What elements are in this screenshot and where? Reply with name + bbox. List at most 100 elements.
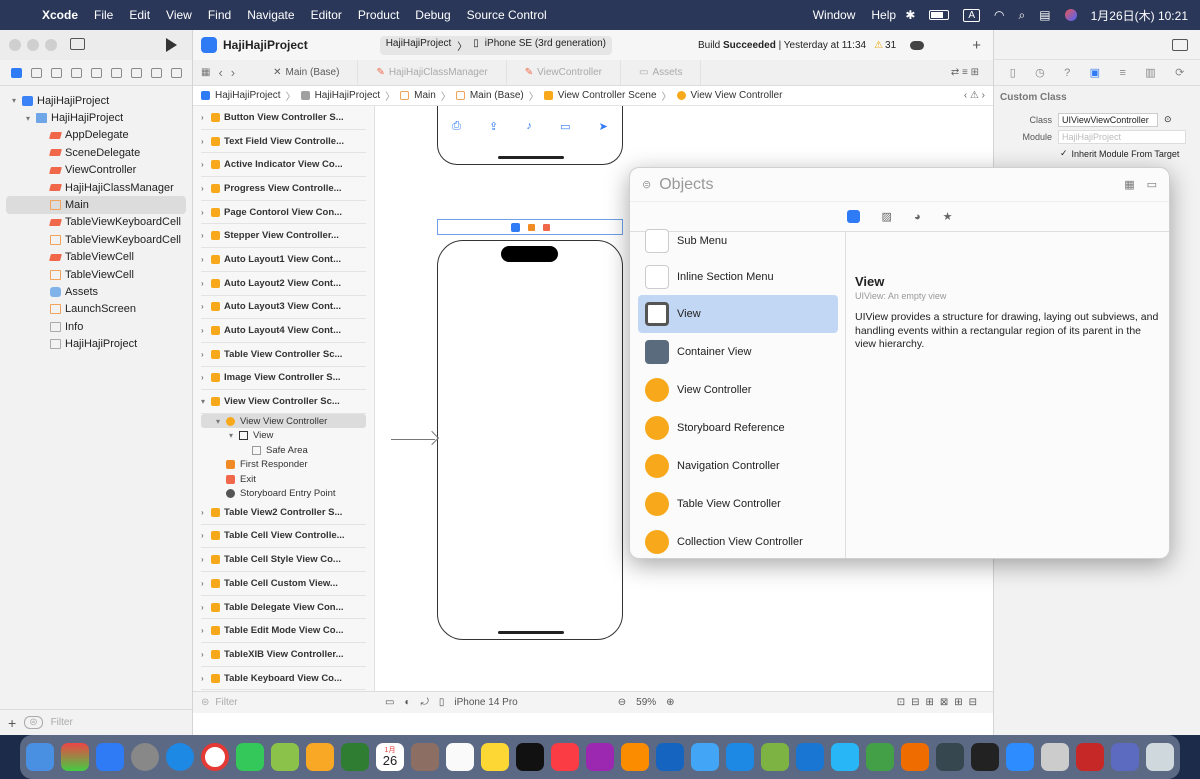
menu-edit[interactable]: Edit — [121, 8, 158, 22]
menu-product[interactable]: Product — [350, 8, 407, 22]
jump-item[interactable]: View Controller Scene — [558, 90, 657, 101]
screenshot-icon[interactable] — [1111, 743, 1139, 771]
grid-icon[interactable]: ▦ — [201, 67, 210, 78]
scene-row[interactable]: › Table Keyboard View Co... — [201, 667, 366, 691]
scene-row[interactable]: › Auto Layout4 View Cont... — [201, 319, 366, 343]
media-tab-icon[interactable]: ▨ — [882, 210, 892, 223]
library-item[interactable]: Container View — [638, 333, 838, 371]
close-button[interactable] — [9, 39, 21, 51]
tab-assets[interactable]: ▭ Assets — [621, 59, 702, 86]
navigator-filter-input[interactable]: Filter — [51, 717, 73, 728]
disclosure-chevron-icon[interactable]: ▾ — [229, 431, 239, 440]
disclosure-chevron-icon[interactable]: ▾ — [216, 417, 226, 426]
photos-icon[interactable] — [306, 743, 334, 771]
disclosure-chevron-icon[interactable]: › — [201, 137, 211, 146]
issue-nav-arrows-icon[interactable]: ‹ ⚠ › — [964, 90, 985, 101]
scene-row[interactable]: › Table Delegate View Con... — [201, 596, 366, 620]
minimize-button[interactable] — [27, 39, 39, 51]
navigator-item[interactable]: TableViewCell — [0, 249, 192, 266]
disclosure-chevron-icon[interactable]: › — [201, 350, 211, 359]
tab-classmanager[interactable]: ✎ HajiHajiClassManager — [358, 59, 507, 86]
disclosure-chevron-icon[interactable]: › — [201, 626, 211, 635]
colors-tab-icon[interactable]: ◕ — [914, 211, 921, 223]
add-icon[interactable]: + — [8, 715, 16, 731]
safari-icon[interactable] — [166, 743, 194, 771]
view-controller-icon[interactable] — [510, 222, 520, 232]
library-item[interactable]: View — [638, 295, 838, 333]
spotlight-icon[interactable]: ⌕ — [1019, 8, 1026, 23]
navigator-item[interactable]: TableViewCell — [0, 266, 192, 283]
scheme-selector[interactable]: HajiHajiProject 〉 ▯ iPhone SE (3rd gener… — [379, 35, 612, 55]
scene-row[interactable]: › Button View Controller S... — [201, 106, 366, 130]
navigator-item[interactable]: Main — [6, 196, 186, 214]
navigator-item[interactable]: TableViewKeyboardCell — [0, 231, 192, 248]
filter-icon[interactable]: ⊜ — [201, 697, 209, 708]
tab-main[interactable]: ✕ Main (Base) — [255, 59, 359, 86]
outline-item[interactable]: Exit — [193, 472, 374, 487]
library-item[interactable]: Navigation Controller — [638, 447, 838, 485]
siri-icon[interactable] — [1064, 9, 1077, 21]
vscode-icon[interactable] — [796, 743, 824, 771]
jump-item[interactable]: Main (Base) — [470, 90, 524, 101]
outline-item[interactable]: Storyboard Entry Point — [193, 486, 374, 501]
file-inspector-icon[interactable]: ▯ — [1010, 66, 1016, 79]
app-store-icon[interactable] — [726, 743, 754, 771]
disclosure-chevron-icon[interactable]: › — [201, 508, 211, 517]
keynote-icon[interactable] — [831, 743, 859, 771]
filter-options-icon[interactable]: ⊜ — [24, 716, 43, 729]
symbol-navigator-icon[interactable] — [50, 67, 62, 78]
navigator-item[interactable]: AppDelegate — [0, 127, 192, 144]
history-inspector-icon[interactable]: ◷ — [1035, 66, 1045, 79]
disclosure-chevron-icon[interactable]: ▾ — [201, 397, 211, 406]
menu-editor[interactable]: Editor — [303, 8, 350, 22]
wifi-icon[interactable]: ◠ — [994, 8, 1004, 22]
zoom-app-icon[interactable] — [1006, 743, 1034, 771]
menu-window[interactable]: Window — [805, 8, 864, 22]
disclosure-chevron-icon[interactable]: › — [201, 255, 211, 264]
warning-count[interactable]: 31 — [885, 40, 896, 51]
scene-row[interactable]: › Auto Layout2 View Cont... — [201, 272, 366, 296]
library-item[interactable]: Table View Controller — [638, 485, 838, 523]
system-settings-icon[interactable] — [131, 743, 159, 771]
clock-text[interactable]: 1月26日(木) 10:21 — [1091, 7, 1188, 24]
menu-debug[interactable]: Debug — [407, 8, 458, 22]
maps-icon[interactable] — [271, 743, 299, 771]
dictionary-icon[interactable] — [1076, 743, 1104, 771]
scene-row[interactable]: › Text Field View Controlle... — [201, 130, 366, 154]
navigator-item[interactable]: LaunchScreen — [0, 301, 192, 318]
library-item[interactable]: Storyboard Reference — [638, 409, 838, 447]
disclosure-chevron-icon[interactable]: › — [201, 603, 211, 612]
disclosure-chevron-icon[interactable]: › — [201, 674, 211, 683]
zoom-out-icon[interactable]: ⊖ — [618, 697, 626, 708]
navigator-item[interactable]: HajiHajiClassManager — [0, 179, 192, 196]
size-inspector-icon[interactable]: ▥ — [1145, 66, 1155, 79]
activity-icon[interactable] — [936, 743, 964, 771]
control-center-icon[interactable]: ▤ — [1039, 8, 1050, 22]
scene-row[interactable]: › TableXIB View Controller... — [201, 643, 366, 667]
books-icon[interactable] — [621, 743, 649, 771]
layout-tools-icon[interactable]: ⊡⊟⊞⊠⊞⊟ — [897, 697, 983, 708]
menu-find[interactable]: Find — [200, 8, 239, 22]
input-source-icon[interactable]: A — [963, 8, 981, 22]
outline-item[interactable]: Safe Area — [193, 443, 374, 458]
calendar-icon[interactable]: 1月 26 — [376, 743, 404, 771]
orientation-icon[interactable]: ⤾ — [421, 697, 429, 708]
jump-item[interactable]: Main — [414, 90, 436, 101]
objects-tab-icon[interactable] — [846, 210, 860, 223]
sidebar-toggle-icon[interactable] — [70, 38, 85, 50]
scene-row[interactable]: ▾ View View Controller Sc... — [201, 390, 366, 414]
scene-row[interactable]: › Table View Controller Sc... — [201, 343, 366, 367]
add-library-button[interactable]: + — [972, 37, 981, 54]
forward-icon[interactable]: › — [231, 65, 235, 80]
exit-icon[interactable] — [542, 223, 550, 231]
warning-icon[interactable]: ⚠ — [874, 40, 883, 51]
zoom-button[interactable] — [45, 39, 57, 51]
library-item[interactable]: Inline Section Menu — [638, 258, 838, 296]
xcode-icon[interactable] — [656, 743, 684, 771]
disclosure-chevron-icon[interactable]: ▾ — [12, 96, 22, 105]
class-field[interactable]: UIViewViewController — [1058, 112, 1158, 127]
class-action-icon[interactable]: ⊙ — [1164, 114, 1172, 125]
inherit-checkbox[interactable]: ✓ — [1060, 148, 1068, 159]
grid-view-icon[interactable]: ▦ — [1124, 178, 1134, 191]
disclosure-chevron-icon[interactable]: › — [201, 302, 211, 311]
